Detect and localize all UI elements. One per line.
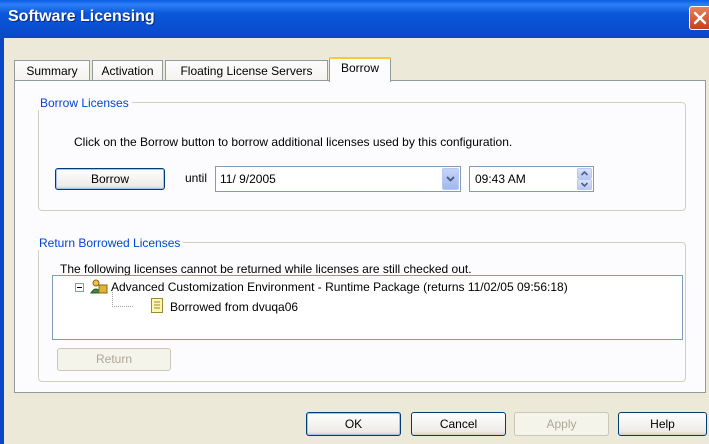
dropdown-arrow-icon [446, 176, 455, 182]
date-dropdown-button[interactable] [442, 168, 459, 190]
spin-up-icon [580, 170, 589, 176]
spin-up-button[interactable] [577, 168, 592, 179]
return-button[interactable]: Return [57, 348, 171, 371]
document-icon [151, 298, 163, 313]
borrow-button[interactable]: Borrow [55, 168, 165, 190]
until-label: until [185, 171, 208, 185]
close-icon [693, 11, 707, 25]
borrowed-licenses-tree[interactable]: Advanced Customization Environment - Run… [52, 275, 683, 340]
tree-item-runtime-package[interactable]: Advanced Customization Environment - Run… [111, 280, 568, 294]
cancel-button[interactable]: Cancel [411, 412, 506, 436]
spin-down-button[interactable] [577, 179, 592, 190]
title-bar: Software Licensing [0, 0, 709, 38]
borrow-instruction: Click on the Borrow button to borrow add… [74, 135, 513, 149]
return-note: The following licenses cannot be returne… [60, 262, 472, 276]
license-package-icon [90, 279, 108, 294]
time-value: 09:43 AM [475, 172, 526, 186]
tab-activation[interactable]: Activation [92, 60, 163, 80]
help-button[interactable]: Help [618, 412, 707, 436]
tab-panel-borrow: Borrow Licenses Click on the Borrow butt… [14, 80, 706, 393]
window-title: Software Licensing [8, 8, 155, 25]
apply-button[interactable]: Apply [514, 412, 609, 436]
close-button[interactable] [689, 6, 709, 30]
tree-item-borrowed-from[interactable]: Borrowed from dvuqa06 [170, 300, 298, 314]
window-frame-left [0, 38, 4, 444]
collapse-icon[interactable] [75, 283, 84, 292]
time-picker[interactable]: 09:43 AM [469, 166, 594, 192]
date-value: 11/ 9/2005 [220, 172, 276, 186]
time-spinner[interactable] [577, 168, 592, 190]
spin-down-icon [580, 182, 589, 188]
tab-summary[interactable]: Summary [14, 60, 90, 80]
tab-floating-license-servers[interactable]: Floating License Servers [165, 60, 328, 80]
date-picker[interactable]: 11/ 9/2005 [215, 166, 461, 192]
return-licenses-group-label: Return Borrowed Licenses [36, 236, 184, 250]
ok-button[interactable]: OK [306, 412, 401, 436]
tab-borrow[interactable]: Borrow [329, 57, 391, 82]
borrow-licenses-group-label: Borrow Licenses [37, 96, 132, 110]
borrow-licenses-group [38, 102, 686, 211]
